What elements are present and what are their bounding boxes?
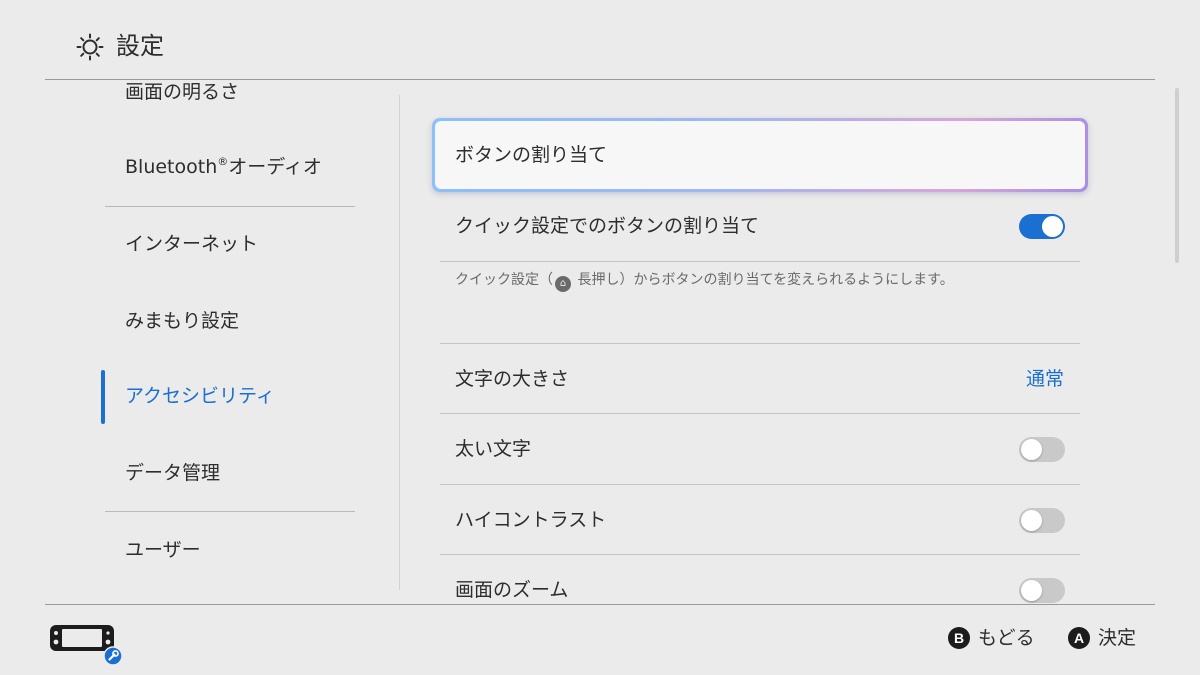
bold-text-label: 太い文字 <box>455 438 532 460</box>
high-contrast-toggle[interactable] <box>1019 508 1065 533</box>
confirm-label: 決定 <box>1098 627 1137 649</box>
sidebar-divider <box>105 206 355 207</box>
sidebar-item-label: みまもり設定 <box>125 310 240 332</box>
registered-mark: ® <box>217 155 229 168</box>
text-size-label: 文字の大きさ <box>455 368 570 390</box>
back-label: もどる <box>978 627 1035 649</box>
b-button-icon: B <box>948 627 970 649</box>
quick-assign-toggle[interactable] <box>1019 214 1065 239</box>
high-contrast-label: ハイコントラスト <box>455 509 607 531</box>
sidebar: 画面の明るさ Bluetooth®オーディオ インターネット みまもり設定 アク… <box>0 80 400 604</box>
a-button-icon: A <box>1068 627 1090 649</box>
active-indicator <box>101 370 105 424</box>
footer-divider <box>45 604 1155 605</box>
button-mapping-item[interactable]: ボタンの割り当て <box>432 118 1088 192</box>
button-mapping-label: ボタンの割り当て <box>455 144 608 166</box>
sidebar-item-label: インターネット <box>125 233 259 255</box>
home-icon: ⌂ <box>555 276 571 292</box>
sidebar-item-label: アクセシビリティ <box>125 385 275 407</box>
toggle-knob <box>1021 510 1042 531</box>
confirm-button[interactable]: A 決定 <box>1068 624 1136 652</box>
description-text: クイック設定（ <box>455 272 553 288</box>
sidebar-divider <box>105 511 355 512</box>
back-button[interactable]: B もどる <box>948 624 1035 652</box>
page-title: 設定 <box>116 32 164 60</box>
zoom-label: 画面のズーム <box>455 579 569 601</box>
sidebar-item-internet[interactable]: インターネット <box>125 232 258 256</box>
sidebar-item-users[interactable]: ユーザー <box>125 538 201 562</box>
text-size-value[interactable]: 通常 <box>1026 367 1064 391</box>
row-divider <box>440 261 1080 262</box>
focus-highlight: ボタンの割り当て <box>435 121 1085 189</box>
row-divider <box>440 413 1080 414</box>
wrench-icon <box>103 646 123 666</box>
zoom-toggle[interactable] <box>1019 578 1065 603</box>
sidebar-item-brightness[interactable]: 画面の明るさ <box>125 80 239 104</box>
settings-panel: ボタンの割り当て クイック設定でのボタンの割り当て クイック設定（ ⌂ 長押し）か… <box>400 80 1160 604</box>
quick-assign-description: クイック設定（ ⌂ 長押し）からボタンの割り当てを変えられるようにします。 <box>455 270 954 292</box>
row-divider <box>440 554 1080 555</box>
scrollbar[interactable] <box>1175 88 1179 263</box>
toggle-knob <box>1042 216 1063 237</box>
sidebar-item-label: ユーザー <box>125 539 201 561</box>
description-text: 長押し）からボタンの割り当てを変えられるようにします。 <box>573 272 954 288</box>
sidebar-item-label-suffix: オーディオ <box>228 156 322 178</box>
sidebar-item-parental-controls[interactable]: みまもり設定 <box>125 309 239 333</box>
sidebar-item-bluetooth-audio[interactable]: Bluetooth®オーディオ <box>125 155 322 179</box>
toggle-knob <box>1021 580 1042 601</box>
row-divider <box>440 484 1080 485</box>
header: 設定 <box>0 0 1200 80</box>
sidebar-item-accessibility[interactable]: アクセシビリティ <box>125 384 275 408</box>
sidebar-item-label: 画面の明るさ <box>125 81 240 103</box>
sidebar-item-data-management[interactable]: データ管理 <box>125 461 220 485</box>
handheld-console-icon <box>50 625 123 666</box>
bold-text-toggle[interactable] <box>1019 437 1065 462</box>
sidebar-item-label: Bluetooth <box>125 156 218 178</box>
toggle-knob <box>1021 439 1042 460</box>
quick-assign-label: クイック設定でのボタンの割り当て <box>455 215 760 237</box>
row-divider <box>440 343 1080 344</box>
sun-icon <box>76 33 104 61</box>
sidebar-item-label: データ管理 <box>125 462 221 484</box>
